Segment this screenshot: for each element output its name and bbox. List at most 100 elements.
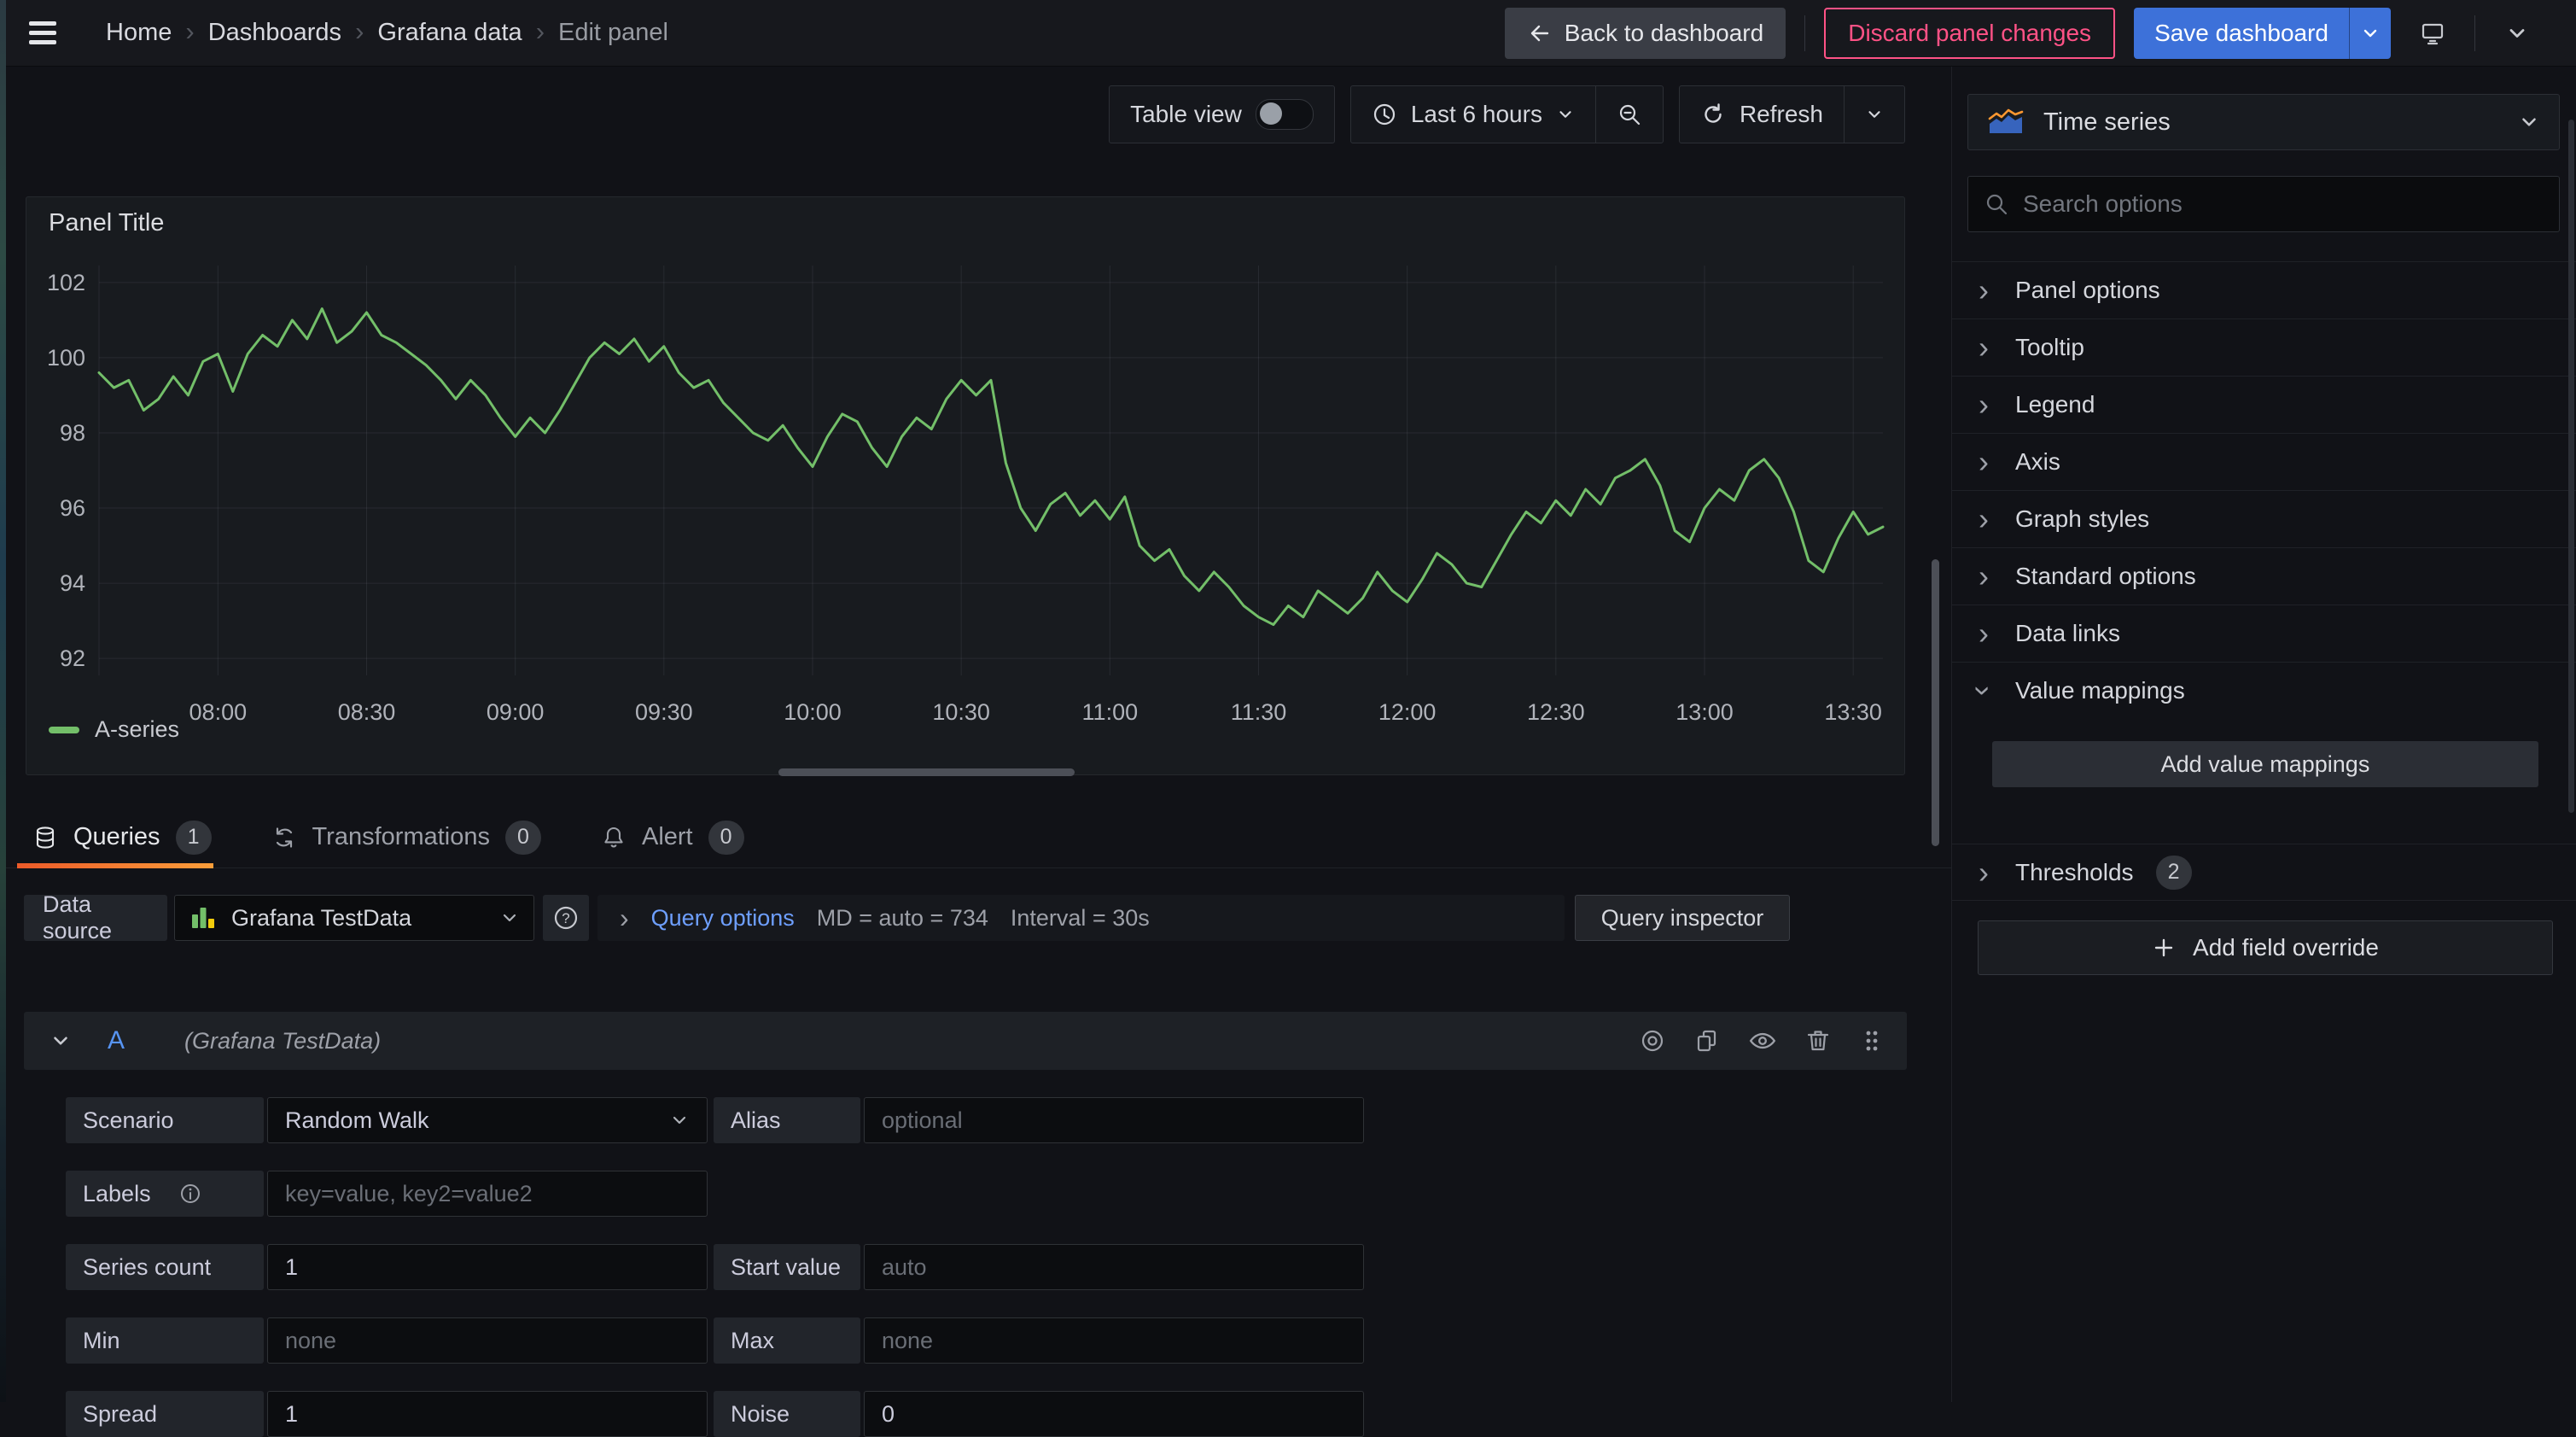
discard-panel-changes-button[interactable]: Discard panel changes — [1824, 8, 2115, 59]
sidebar-section-tooltip[interactable]: ›Tooltip — [1952, 318, 2576, 376]
back-to-dashboard-button[interactable]: Back to dashboard — [1505, 8, 1786, 59]
legend-item-a-series[interactable]: A-series — [49, 716, 179, 743]
svg-text:?: ? — [562, 910, 569, 926]
topnav-collapse-icon[interactable] — [2494, 10, 2540, 56]
sidebar-section-value-mappings[interactable]: ›Value mappings — [1952, 662, 2576, 719]
drag-handle-icon[interactable] — [1859, 1027, 1885, 1054]
section-label: Thresholds — [2015, 859, 2134, 886]
top-navigation-bar: Home›Dashboards›Grafana data›Edit panel … — [0, 0, 2576, 67]
breadcrumb: Home›Dashboards›Grafana data›Edit panel — [96, 14, 679, 52]
sidebar-section-panel-options[interactable]: ›Panel options — [1952, 261, 2576, 318]
max-input[interactable]: none — [864, 1317, 1364, 1364]
vertical-scrollbar[interactable] — [1932, 559, 1939, 846]
search-icon — [1984, 191, 2009, 217]
menu-toggle-icon[interactable] — [29, 9, 77, 57]
field-label-labels: Labels — [66, 1171, 264, 1217]
save-dashboard-menu-toggle[interactable] — [2349, 8, 2391, 59]
datasource-help-button[interactable]: ? — [543, 895, 589, 941]
sidebar-section-standard-options[interactable]: ›Standard options — [1952, 547, 2576, 605]
datasource-value: Grafana TestData — [231, 905, 411, 932]
breadcrumb-item-grafana-data[interactable]: Grafana data — [367, 14, 532, 52]
min-input[interactable]: none — [267, 1317, 708, 1364]
visualization-picker[interactable]: Time series — [1967, 94, 2560, 150]
query-inspector-button[interactable]: Query inspector — [1575, 895, 1790, 941]
query-options-bar: › Query options MD = auto = 734 Interval… — [597, 895, 1565, 941]
zoom-out-button[interactable] — [1595, 86, 1663, 143]
query-datasource-hint: (Grafana TestData) — [184, 1028, 381, 1054]
info-icon[interactable] — [178, 1182, 202, 1206]
time-range-picker[interactable]: Last 6 hours — [1351, 86, 1595, 143]
datasource-picker[interactable]: Grafana TestData — [174, 895, 534, 941]
breadcrumb-separator-icon: › — [533, 16, 548, 47]
sidebar-section-data-links[interactable]: ›Data links — [1952, 605, 2576, 662]
breadcrumb-item-edit-panel[interactable]: Edit panel — [548, 14, 679, 52]
clock-icon — [1372, 102, 1397, 127]
alias-input[interactable]: optional — [864, 1097, 1364, 1143]
svg-text:08:30: 08:30 — [338, 699, 396, 725]
tab-label: Queries — [73, 823, 160, 851]
refresh-button[interactable]: Refresh — [1680, 86, 1844, 143]
sidebar-section-legend[interactable]: ›Legend — [1952, 376, 2576, 433]
chevron-right-icon[interactable]: › — [620, 903, 629, 934]
query-ref-id[interactable]: A — [108, 1026, 125, 1055]
editor-tabs: Queries 1 Transformations 0 Alert 0 — [0, 807, 1951, 868]
chevron-down-icon — [2505, 21, 2529, 45]
breadcrumb-item-dashboards[interactable]: Dashboards — [198, 14, 352, 52]
zoom-out-icon — [1617, 102, 1642, 127]
sidebar-section-graph-styles[interactable]: ›Graph styles — [1952, 490, 2576, 547]
duplicate-query-icon[interactable] — [1693, 1027, 1721, 1054]
field-placeholder: key=value, key2=value2 — [285, 1181, 533, 1207]
value-mappings-section-body: Add value mappings — [1952, 719, 2576, 844]
add-value-mappings-button[interactable]: Add value mappings — [1992, 741, 2538, 787]
start-value-input[interactable]: auto — [864, 1244, 1364, 1290]
tab-alert[interactable]: Alert 0 — [601, 807, 744, 867]
scenario-select[interactable]: Random Walk — [267, 1097, 708, 1143]
main-area: Table view Last 6 hours — [0, 67, 1951, 1402]
field-value: 1 — [285, 1401, 298, 1428]
left-edge-decoration — [0, 0, 6, 1402]
database-icon — [32, 825, 58, 850]
section-label: Standard options — [2015, 563, 2196, 590]
thresholds-count-badge: 2 — [2156, 856, 2192, 890]
collapse-query-icon[interactable] — [50, 1030, 72, 1052]
breadcrumb-item-home[interactable]: Home — [96, 14, 182, 52]
svg-text:09:00: 09:00 — [487, 699, 545, 725]
section-label: Data links — [2015, 620, 2120, 647]
query-form-row: Labels key=value, key2=value2 — [66, 1171, 1907, 1217]
sidebar-section-thresholds[interactable]: ›Thresholds2 — [1952, 844, 2576, 901]
tv-mode-button[interactable] — [2410, 10, 2456, 56]
table-view-toggle[interactable]: Table view — [1110, 86, 1334, 143]
tab-transformations[interactable]: Transformations 0 — [271, 807, 541, 867]
svg-text:08:00: 08:00 — [189, 699, 248, 725]
grafana-edit-panel-page: { "colors": { "series_green": "#73BF69",… — [0, 0, 2576, 1402]
field-label-min: Min — [66, 1317, 264, 1364]
labels-input[interactable]: key=value, key2=value2 — [267, 1171, 708, 1217]
time-series-chart[interactable]: 9294969810010208:0008:3009:0009:3010:001… — [26, 197, 1904, 774]
add-field-override-button[interactable]: Add field override — [1978, 920, 2553, 975]
remove-query-icon[interactable] — [1804, 1027, 1832, 1054]
section-label: Value mappings — [2015, 677, 2185, 704]
queries-count-badge: 1 — [176, 821, 212, 855]
tab-queries[interactable]: Queries 1 — [32, 807, 212, 867]
field-label-max: Max — [714, 1317, 860, 1364]
spread-input[interactable]: 1 — [267, 1391, 708, 1437]
sidebar-scrollbar[interactable] — [2568, 120, 2574, 813]
hide-response-icon[interactable] — [1748, 1026, 1777, 1055]
refresh-icon — [1700, 102, 1726, 127]
field-label-noise: Noise — [714, 1391, 860, 1437]
chevron-down-icon — [2360, 23, 2381, 44]
save-dashboard-button[interactable]: Save dashboard — [2134, 8, 2391, 59]
time-controls-group: Last 6 hours — [1350, 85, 1664, 143]
refresh-interval-toggle[interactable] — [1844, 86, 1904, 143]
breadcrumb-separator-icon: › — [352, 16, 367, 47]
series-count-input[interactable]: 1 — [267, 1244, 708, 1290]
sidebar-section-axis[interactable]: ›Axis — [1952, 433, 2576, 490]
disable-query-icon[interactable] — [1639, 1027, 1666, 1054]
table-view-switch[interactable] — [1256, 99, 1314, 130]
noise-input[interactable]: 0 — [864, 1391, 1364, 1437]
field-placeholder: none — [882, 1328, 933, 1354]
horizontal-scrollbar[interactable] — [778, 768, 1075, 776]
search-options-input[interactable]: Search options — [1967, 176, 2560, 232]
query-header-row[interactable]: A (Grafana TestData) — [24, 1012, 1907, 1070]
query-options-link[interactable]: Query options — [651, 905, 795, 932]
